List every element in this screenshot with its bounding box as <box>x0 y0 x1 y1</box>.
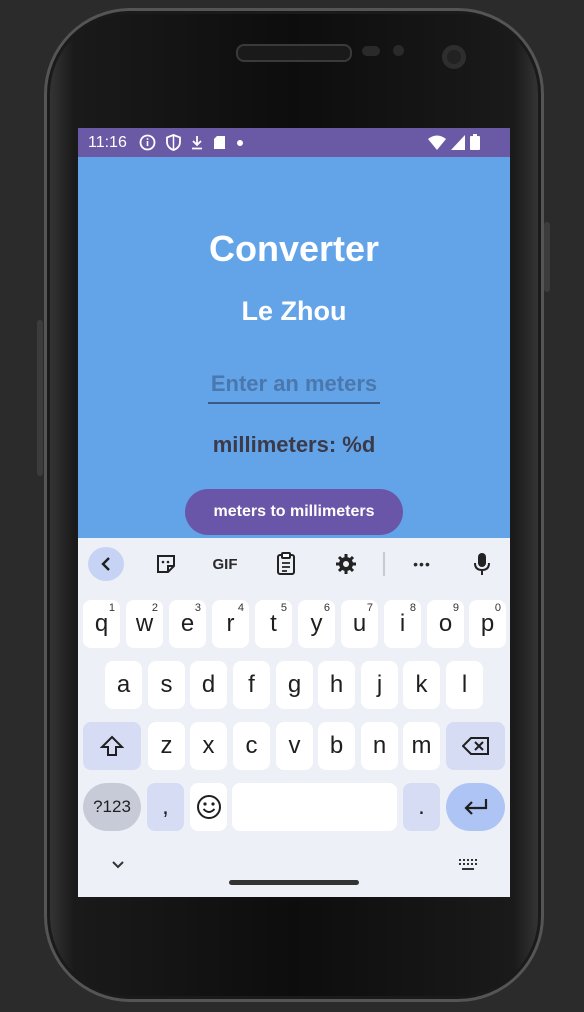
space-bar[interactable] <box>232 783 397 831</box>
key-f[interactable]: f <box>233 661 270 709</box>
keyboard-icon[interactable] <box>458 858 478 877</box>
key-v[interactable]: v <box>276 722 313 770</box>
key-label: q <box>94 610 109 637</box>
navigation-bar <box>78 848 510 897</box>
convert-button[interactable]: meters to millimeters <box>185 489 403 535</box>
status-time: 11:16 <box>88 133 127 151</box>
key-u[interactable]: u7 <box>341 600 378 648</box>
key-x[interactable]: x <box>190 722 227 770</box>
more-icon[interactable]: ••• <box>404 548 440 580</box>
key-h[interactable]: h <box>318 661 355 709</box>
shift-icon[interactable] <box>83 722 141 770</box>
key-m[interactable]: m <box>403 722 440 770</box>
shield-icon <box>165 134 181 151</box>
key-number: 7 <box>366 602 373 614</box>
key-number: 3 <box>194 602 201 614</box>
key-o[interactable]: o9 <box>427 600 464 648</box>
key-j[interactable]: j <box>361 661 398 709</box>
settings-icon[interactable] <box>328 548 364 580</box>
battery-icon <box>470 134 480 150</box>
meters-input-container <box>208 366 380 404</box>
key-label: p <box>480 610 495 637</box>
key-c[interactable]: c <box>233 722 270 770</box>
wifi-icon <box>428 135 446 150</box>
key-label: r <box>226 610 235 637</box>
device-screen: 11:16 Converter Le Zhou millimeters: %d … <box>78 128 510 897</box>
key-w[interactable]: w2 <box>126 600 163 648</box>
key-n[interactable]: n <box>361 722 398 770</box>
key-number: 0 <box>494 602 501 614</box>
volume-button <box>37 320 43 476</box>
key-number: 6 <box>323 602 330 614</box>
key-l[interactable]: l <box>446 661 483 709</box>
key-number: 5 <box>280 602 287 614</box>
key-number: 2 <box>151 602 158 614</box>
gif-icon[interactable]: GIF <box>207 548 243 580</box>
key-e[interactable]: e3 <box>169 600 206 648</box>
enter-icon[interactable] <box>446 783 505 831</box>
keyboard-toolbar: GIF ••• <box>78 538 510 590</box>
signal-icon <box>451 134 465 150</box>
app-title: Converter <box>208 228 380 269</box>
key-label: o <box>438 610 453 637</box>
download-icon <box>191 136 202 150</box>
key-b[interactable]: b <box>318 722 355 770</box>
dot-icon <box>236 139 243 146</box>
comma-key[interactable]: , <box>147 783 184 831</box>
key-r[interactable]: r4 <box>212 600 249 648</box>
sd-card-icon <box>213 136 225 149</box>
key-label: u <box>352 610 367 637</box>
key-label: t <box>270 610 277 637</box>
home-indicator[interactable] <box>229 880 359 885</box>
key-p[interactable]: p0 <box>469 600 506 648</box>
author-name: Le Zhou <box>241 296 347 326</box>
result-text: millimeters: %d <box>212 432 376 457</box>
key-k[interactable]: k <box>403 661 440 709</box>
key-q[interactable]: q1 <box>83 600 120 648</box>
emoji-icon[interactable] <box>190 783 227 831</box>
key-d[interactable]: d <box>190 661 227 709</box>
sticker-icon[interactable] <box>148 548 184 580</box>
back-chevron-icon[interactable] <box>88 547 124 581</box>
toolbar-divider <box>383 552 385 576</box>
key-s[interactable]: s <box>148 661 185 709</box>
key-i[interactable]: i8 <box>384 600 421 648</box>
key-label: y <box>310 610 323 637</box>
key-g[interactable]: g <box>276 661 313 709</box>
key-a[interactable]: a <box>105 661 142 709</box>
chevron-down-icon[interactable] <box>110 858 126 876</box>
light-sensor <box>393 45 404 56</box>
status-bar: 11:16 <box>78 128 510 157</box>
key-z[interactable]: z <box>148 722 185 770</box>
backspace-icon[interactable] <box>446 722 505 770</box>
symbols-key[interactable]: ?123 <box>83 783 141 831</box>
key-label: e <box>180 610 195 637</box>
key-number: 9 <box>452 602 459 614</box>
key-number: 1 <box>108 602 115 614</box>
front-camera <box>442 45 466 69</box>
clipboard-icon[interactable] <box>268 548 304 580</box>
power-button <box>544 222 550 292</box>
key-y[interactable]: y6 <box>298 600 335 648</box>
period-key[interactable]: . <box>403 783 440 831</box>
key-t[interactable]: t5 <box>255 600 292 648</box>
key-number: 4 <box>237 602 244 614</box>
info-icon <box>139 134 156 151</box>
key-number: 8 <box>409 602 416 614</box>
earpiece-speaker <box>236 44 352 62</box>
soft-keyboard: GIF ••• q1 w2 e3 r4 t5 y6 u7 i8 o9 p0 a … <box>78 538 510 897</box>
key-label: i <box>399 610 406 637</box>
mic-icon[interactable] <box>464 548 500 580</box>
meters-input[interactable] <box>208 366 380 402</box>
proximity-sensor <box>362 46 380 56</box>
key-label: w <box>135 610 154 637</box>
